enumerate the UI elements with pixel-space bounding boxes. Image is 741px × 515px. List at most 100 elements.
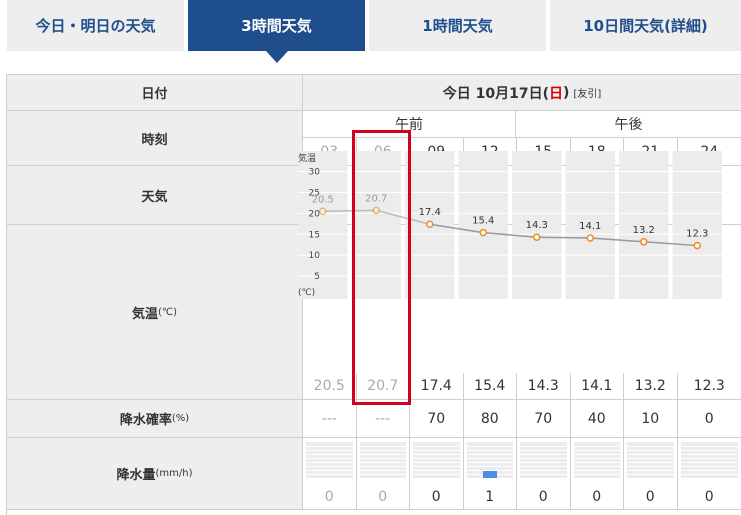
- precip-label: 降水量 (mm/h): [7, 438, 303, 510]
- precip-label-text: 降水量: [116, 468, 156, 483]
- precip-value: 0: [431, 489, 441, 505]
- pop-cell: 10: [624, 400, 678, 438]
- chart-point: [533, 233, 541, 241]
- pop-cell: ---: [356, 400, 410, 438]
- temp-value-cell: 14.3: [517, 373, 571, 400]
- pop-value: 40: [587, 410, 606, 427]
- date-label-text: 日付: [141, 87, 168, 102]
- precip-cell: 0: [356, 438, 410, 510]
- tab-today-tomorrow[interactable]: 今日・明日の天気: [7, 0, 184, 51]
- temp-value: 14.3: [527, 378, 559, 394]
- temp-value: 15.4: [474, 378, 506, 394]
- temp-value: 14.1: [581, 378, 613, 394]
- tab-label: 3時間天気: [241, 17, 312, 35]
- chart-ytick: 30: [309, 168, 321, 178]
- chart-point: [319, 207, 327, 216]
- temp-value-cell: 20.5: [303, 373, 357, 400]
- temp-label: 気温 (℃): [7, 225, 303, 400]
- chart-line-segment: [536, 236, 591, 239]
- temperature-chart: 気温 30 25 20 15 10 5 (℃) 20.5 20.7 17.4 15.4 14.3 14.1…: [296, 151, 724, 325]
- period-pm: 午後: [516, 111, 741, 138]
- pop-value: ---: [321, 410, 337, 427]
- precip-bar-bg: [520, 442, 567, 478]
- tab-label: 10日間天気(詳細): [583, 17, 708, 35]
- pop-label: 降水確率 (%): [7, 400, 303, 438]
- precip-unit: (mm/h): [155, 468, 193, 479]
- chart-data-label: 17.4: [419, 207, 441, 218]
- precip-value: 0: [324, 489, 334, 505]
- chart-ytick: 10: [309, 251, 321, 261]
- precip-value: 0: [378, 489, 388, 505]
- temp-value: 12.3: [693, 378, 725, 394]
- pop-unit: (%): [171, 413, 190, 424]
- temp-value-cell: 15.4: [463, 373, 517, 400]
- chart-point: [640, 238, 648, 246]
- temp-value-cell: 17.4: [410, 373, 464, 400]
- time-label-text: 時刻: [141, 132, 168, 148]
- precip-cell: 0: [410, 438, 464, 510]
- temp-label-text: 気温: [131, 306, 158, 322]
- precip-cell: 0: [624, 438, 678, 510]
- chart-point: [586, 234, 594, 242]
- temperature-chart-svg: 気温30252015105(℃)20.5 20.717.415.4 14.3 14.1…: [298, 151, 722, 299]
- date-weekday: 日: [549, 85, 564, 102]
- chart-ylabel: 気温: [298, 152, 316, 164]
- pop-cell: ---: [303, 400, 357, 438]
- precip-cell: 0: [303, 438, 357, 510]
- chart-ytick: 5: [314, 272, 320, 282]
- precip-cell: 1: [463, 438, 517, 510]
- temp-unit: (℃): [157, 306, 178, 318]
- pop-label-text: 降水確率: [119, 413, 172, 428]
- pop-cell: 70: [410, 400, 464, 438]
- period-pm-text: 午後: [614, 117, 643, 133]
- date-suffix: ): [563, 84, 570, 101]
- chart-data-label: 12.3: [686, 229, 708, 240]
- precip-value: 0: [592, 489, 602, 505]
- date-label: 日付: [7, 75, 303, 111]
- precip-cell: 0: [570, 438, 624, 510]
- temp-value-cell: 14.1: [570, 373, 624, 400]
- precip-bar-bg: [306, 442, 353, 478]
- pop-cell: 40: [570, 400, 624, 438]
- tab-10day[interactable]: 10日間天気(詳細): [550, 0, 741, 51]
- chart-yunit: (℃): [298, 288, 315, 298]
- chart-data-label: 14.1: [579, 221, 601, 232]
- temp-value-cell: 12.3: [677, 373, 741, 400]
- precip-bar-bg: [466, 442, 513, 478]
- temp-value-cell: 20.7: [356, 373, 410, 400]
- precip-bar-bg: [413, 442, 460, 478]
- pop-value: 0: [704, 410, 714, 427]
- precip-bar-bg: [359, 442, 406, 478]
- chart-ytick: 20: [309, 209, 321, 219]
- date-rokuyo: [友引]: [573, 89, 602, 100]
- precip-bar-bg: [680, 442, 738, 478]
- temp-value: 13.2: [634, 378, 666, 394]
- chart-point: [693, 241, 701, 250]
- chart-data-label: 13.2: [633, 225, 655, 236]
- precip-bar-bg: [627, 442, 674, 478]
- pop-value: 70: [427, 410, 446, 427]
- tab-label: 1時間天気: [422, 17, 493, 35]
- pop-value: ---: [375, 410, 391, 427]
- pop-cell: 0: [677, 400, 741, 438]
- chart-column-bg: [672, 151, 722, 299]
- tab-1hour[interactable]: 1時間天気: [369, 0, 546, 51]
- precip-bar: [482, 471, 497, 478]
- temp-value: 17.4: [420, 378, 452, 394]
- pop-cell: 80: [463, 400, 517, 438]
- tab-3hour[interactable]: 3時間天気: [188, 0, 365, 51]
- chart-point: [372, 206, 380, 215]
- date-value: 今日 10月17日(日) [友引]: [303, 75, 741, 111]
- pop-cell: 70: [517, 400, 571, 438]
- temp-value: 20.5: [313, 378, 345, 394]
- precip-cell: 0: [517, 438, 571, 510]
- active-tab-pointer: [266, 51, 288, 63]
- period-am: 午前: [303, 111, 516, 138]
- precip-value: 0: [645, 489, 655, 505]
- precip-value: 1: [485, 489, 495, 505]
- chart-ytick: 15: [309, 230, 320, 240]
- chart-column-bg: [298, 151, 348, 299]
- weather-label-text: 天気: [141, 189, 168, 205]
- precip-bar-bg: [573, 442, 620, 478]
- chart-data-label: 15.4: [472, 216, 494, 227]
